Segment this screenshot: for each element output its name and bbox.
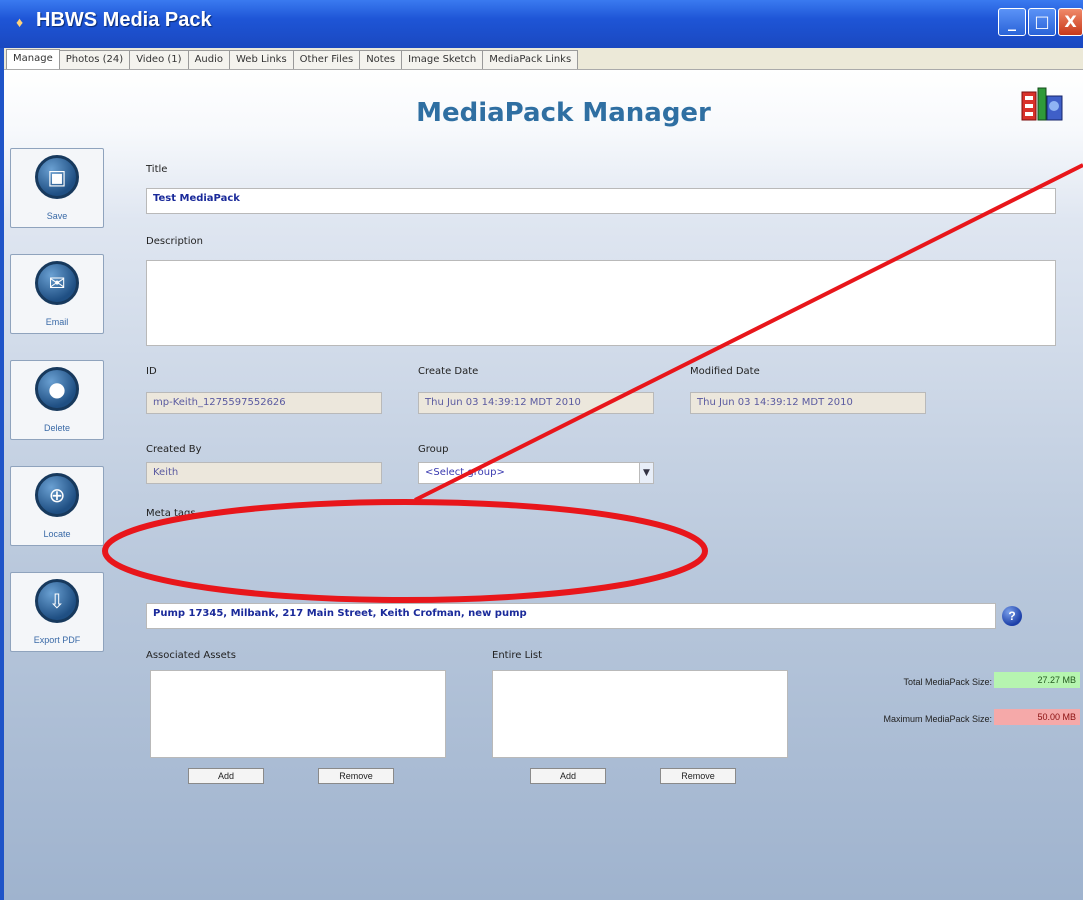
mediapack-logo-icon — [1021, 87, 1063, 121]
title-bar[interactable]: ♦ HBWS Media Pack _ □ X — [0, 0, 1083, 48]
created-by-label: Created By — [146, 444, 202, 455]
meta-tags-field[interactable]: Pump 17345, Milbank, 217 Main Street, Ke… — [146, 603, 996, 629]
locate-button[interactable]: ⊕ Locate — [10, 466, 104, 546]
app-icon: ♦ — [16, 14, 24, 30]
tab-photos[interactable]: Photos (24) — [58, 50, 131, 69]
email-label: Email — [45, 317, 69, 327]
group-label: Group — [418, 444, 449, 455]
title-label: Title — [146, 164, 168, 175]
export-pdf-label: Export PDF — [33, 635, 81, 645]
save-button[interactable]: ▣ Save — [10, 148, 104, 228]
group-select-value: <Select group> — [425, 467, 505, 478]
associated-assets-label: Associated Assets — [146, 650, 236, 661]
remove-entire-button[interactable]: Remove — [660, 768, 736, 784]
tab-mediapack-links[interactable]: MediaPack Links — [482, 50, 579, 69]
total-size-label: Total MediaPack Size: — [903, 677, 992, 687]
max-size-label: Maximum MediaPack Size: — [883, 714, 992, 724]
help-icon[interactable]: ? — [1002, 606, 1022, 626]
window-title: HBWS Media Pack — [36, 9, 212, 31]
created-by-field: Keith — [146, 462, 382, 484]
group-select[interactable]: <Select group> ▼ — [418, 462, 654, 484]
email-icon: ✉ — [35, 261, 79, 305]
entire-list-label: Entire List — [492, 650, 543, 661]
save-icon: ▣ — [35, 155, 79, 199]
tab-video[interactable]: Video (1) — [129, 50, 189, 69]
tab-web-links[interactable]: Web Links — [229, 50, 294, 69]
form-panel: Title Test MediaPack Description ID mp-K… — [116, 140, 1083, 900]
close-button[interactable]: X — [1058, 8, 1083, 36]
entire-list[interactable] — [492, 670, 788, 758]
tab-other-files[interactable]: Other Files — [292, 50, 361, 69]
total-size-value: 27.27 MB — [994, 672, 1080, 688]
export-pdf-button[interactable]: ⇩ Export PDF — [10, 572, 104, 652]
description-label: Description — [146, 236, 203, 247]
add-asset-button[interactable]: Add — [188, 768, 264, 784]
associated-assets-list[interactable] — [150, 670, 446, 758]
manage-panel: MediaPack Manager ▣ Save ✉ Email ● Delet… — [4, 70, 1083, 900]
locate-icon: ⊕ — [35, 473, 79, 517]
delete-label: Delete — [43, 423, 70, 433]
create-date-field: Thu Jun 03 14:39:12 MDT 2010 — [418, 392, 654, 414]
id-field: mp-Keith_1275597552626 — [146, 392, 382, 414]
tab-audio[interactable]: Audio — [187, 50, 230, 69]
minimize-button[interactable]: _ — [998, 8, 1026, 36]
remove-asset-button[interactable]: Remove — [318, 768, 394, 784]
id-label: ID — [146, 366, 157, 377]
delete-icon: ● — [35, 367, 79, 411]
maximize-button[interactable]: □ — [1028, 8, 1056, 36]
locate-label: Locate — [43, 529, 71, 539]
app-window: ♦ HBWS Media Pack _ □ X Manage Photos (2… — [0, 0, 1083, 900]
chevron-down-icon[interactable]: ▼ — [639, 463, 653, 483]
description-field[interactable] — [146, 260, 1056, 346]
modified-date-label: Modified Date — [690, 366, 760, 377]
save-label: Save — [46, 211, 68, 221]
tab-manage[interactable]: Manage — [6, 49, 60, 69]
delete-button[interactable]: ● Delete — [10, 360, 104, 440]
email-button[interactable]: ✉ Email — [10, 254, 104, 334]
tab-image-sketch[interactable]: Image Sketch — [401, 50, 484, 69]
meta-tags-label: Meta tags — [146, 508, 196, 519]
modified-date-field: Thu Jun 03 14:39:12 MDT 2010 — [690, 392, 926, 414]
max-size-value: 50.00 MB — [994, 709, 1080, 725]
title-field[interactable]: Test MediaPack — [146, 188, 1056, 214]
tab-strip: Manage Photos (24) Video (1) Audio Web L… — [4, 48, 1083, 70]
tab-notes[interactable]: Notes — [359, 50, 403, 69]
add-entire-button[interactable]: Add — [530, 768, 606, 784]
create-date-label: Create Date — [418, 366, 479, 377]
page-title: MediaPack Manager — [416, 98, 711, 128]
export-icon: ⇩ — [35, 579, 79, 623]
